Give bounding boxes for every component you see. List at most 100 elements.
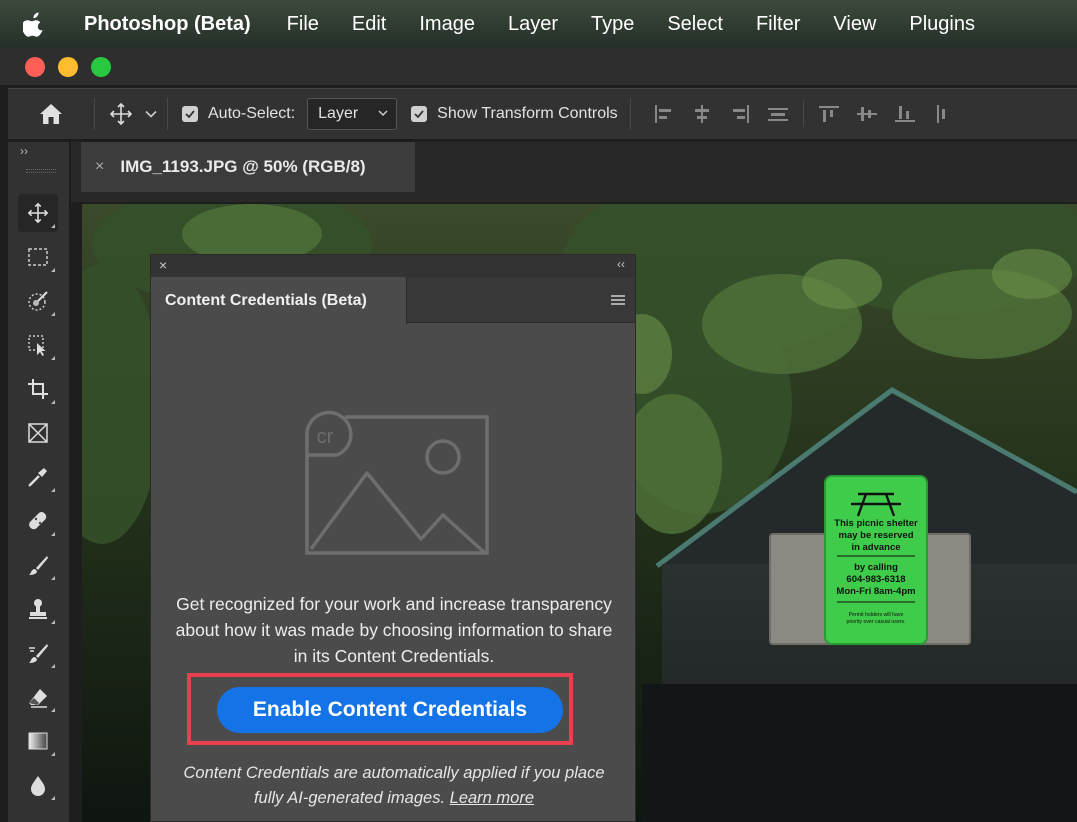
brush-tool-button[interactable]: [18, 546, 58, 584]
sign-line-6: Mon-Fri 8am-4pm: [836, 586, 915, 597]
artboard-tool-button[interactable]: [18, 326, 58, 364]
move-icon: [109, 102, 133, 126]
auto-select-dropdown[interactable]: Layer: [307, 98, 398, 130]
align-left-icon: [654, 105, 671, 123]
align-buttons: [645, 98, 962, 130]
auto-select-value: Layer: [318, 105, 359, 122]
menu-file[interactable]: File: [287, 13, 319, 36]
move-tool-button[interactable]: [18, 194, 58, 232]
document-tab[interactable]: × IMG_1193.JPG @ 50% (RGB/8): [81, 142, 415, 192]
menu-select[interactable]: Select: [667, 13, 723, 36]
window-close-button[interactable]: [25, 57, 45, 77]
window-minimize-button[interactable]: [58, 57, 78, 77]
artboard-select-tool-icon: [28, 335, 46, 356]
sign-line-8: priority over casual users.: [846, 619, 905, 625]
auto-select-checkbox[interactable]: [182, 106, 198, 122]
menu-plugins[interactable]: Plugins: [909, 13, 975, 36]
checkmark-icon: [185, 110, 195, 118]
content-credentials-tab[interactable]: Content Credentials (Beta): [151, 277, 407, 324]
auto-select-group: Auto-Select: Layer: [182, 98, 398, 130]
document-tab-title: IMG_1193.JPG @ 50% (RGB/8): [120, 157, 366, 176]
distribute-horizontal-button[interactable]: [924, 98, 962, 130]
menu-image[interactable]: Image: [419, 13, 475, 36]
panel-note-text: Content Credentials are automatically ap…: [183, 764, 605, 807]
learn-more-link[interactable]: Learn more: [450, 789, 534, 807]
object-selection-tool-icon: [28, 291, 48, 311]
toolbar-grip[interactable]: [26, 169, 56, 173]
menu-layer[interactable]: Layer: [508, 13, 558, 36]
history-brush-tool-icon: [29, 644, 48, 663]
panel-description: Get recognized for your work and increas…: [175, 594, 613, 666]
healing-brush-tool-button[interactable]: [18, 502, 58, 540]
align-horizontal-center-icon: [694, 105, 709, 123]
menu-app-name[interactable]: Photoshop (Beta): [84, 13, 251, 36]
panel-header: × ‹‹: [151, 255, 635, 277]
distribute-vertical-button[interactable]: [759, 98, 797, 130]
healing-brush-tool-icon: [29, 512, 47, 530]
home-button[interactable]: [8, 88, 94, 140]
align-hcenter-button[interactable]: [683, 98, 721, 130]
sign-line-2: may be reserved: [839, 530, 914, 541]
menu-type[interactable]: Type: [591, 13, 634, 36]
sign-line-4: by calling: [854, 562, 898, 573]
eraser-tool-button[interactable]: [18, 678, 58, 716]
panel-tab-bar: Content Credentials (Beta): [151, 277, 635, 324]
menu-filter[interactable]: Filter: [756, 13, 800, 36]
document-tab-bar: × IMG_1193.JPG @ 50% (RGB/8): [71, 142, 1077, 202]
panel-collapse-button[interactable]: ‹‹: [617, 257, 625, 271]
panel-close-button[interactable]: ×: [159, 257, 167, 273]
brush-tool-icon: [29, 556, 48, 575]
content-credentials-illustration-icon: cr: [305, 410, 489, 555]
move-tool-icon: [27, 202, 49, 224]
gradient-tool-button[interactable]: [18, 722, 58, 760]
toolbar-collapse-button[interactable]: ››: [20, 144, 28, 158]
distribute-icon: [767, 108, 788, 121]
enable-content-credentials-button[interactable]: Enable Content Credentials: [217, 687, 563, 733]
options-separator: [802, 101, 804, 127]
sign-line-3: in advance: [851, 542, 900, 553]
clone-stamp-tool-button[interactable]: [18, 590, 58, 628]
clone-stamp-tool-icon: [29, 599, 47, 619]
chevron-down-icon: [378, 110, 388, 117]
panel-menu-icon[interactable]: [611, 295, 625, 305]
marquee-tool-button[interactable]: [18, 238, 58, 276]
blur-tool-button[interactable]: [18, 766, 58, 804]
distribute-horizontal-icon: [936, 105, 945, 123]
menu-view[interactable]: View: [833, 13, 876, 36]
eyedropper-tool-icon: [28, 468, 47, 487]
content-credentials-panel: × ‹‹ Content Credentials (Beta) cr Get r…: [150, 254, 636, 822]
checkmark-icon: [414, 110, 424, 118]
frame-tool-icon: [28, 423, 48, 443]
frame-tool-button[interactable]: [18, 414, 58, 452]
show-transform-checkbox[interactable]: [411, 106, 428, 122]
align-left-button[interactable]: [645, 98, 683, 130]
align-bottom-icon: [894, 106, 915, 122]
show-transform-group: Show Transform Controls: [411, 105, 618, 123]
eraser-tool-icon: [29, 689, 47, 708]
apple-icon[interactable]: [22, 10, 46, 38]
align-vertical-center-icon: [856, 107, 877, 121]
options-bar: Auto-Select: Layer Show Transform Contro…: [8, 88, 1077, 140]
align-top-button[interactable]: [810, 98, 848, 130]
eyedropper-tool-button[interactable]: [18, 458, 58, 496]
show-transform-label: Show Transform Controls: [437, 105, 618, 122]
menu-bar: Photoshop (Beta) File Edit Image Layer T…: [0, 0, 1077, 48]
window-zoom-button[interactable]: [91, 57, 111, 77]
object-selection-tool-button[interactable]: [18, 282, 58, 320]
cr-badge-text: cr: [317, 426, 334, 448]
align-right-button[interactable]: [721, 98, 759, 130]
sign-line-1: This picnic shelter: [834, 518, 918, 529]
align-bottom-button[interactable]: [886, 98, 924, 130]
panel-note: Content Credentials are automatically ap…: [171, 761, 617, 811]
history-brush-tool-button[interactable]: [18, 634, 58, 672]
chevron-down-icon: [145, 110, 157, 118]
menu-edit[interactable]: Edit: [352, 13, 386, 36]
highlight-box: Enable Content Credentials: [187, 673, 573, 745]
blur-tool-icon: [31, 776, 45, 796]
options-separator: [629, 98, 631, 130]
sign-line-5: 604-983-6318: [846, 574, 905, 585]
tool-preset-picker[interactable]: [95, 88, 167, 140]
crop-tool-button[interactable]: [18, 370, 58, 408]
align-vcenter-button[interactable]: [848, 98, 886, 130]
close-document-icon[interactable]: ×: [95, 158, 104, 176]
